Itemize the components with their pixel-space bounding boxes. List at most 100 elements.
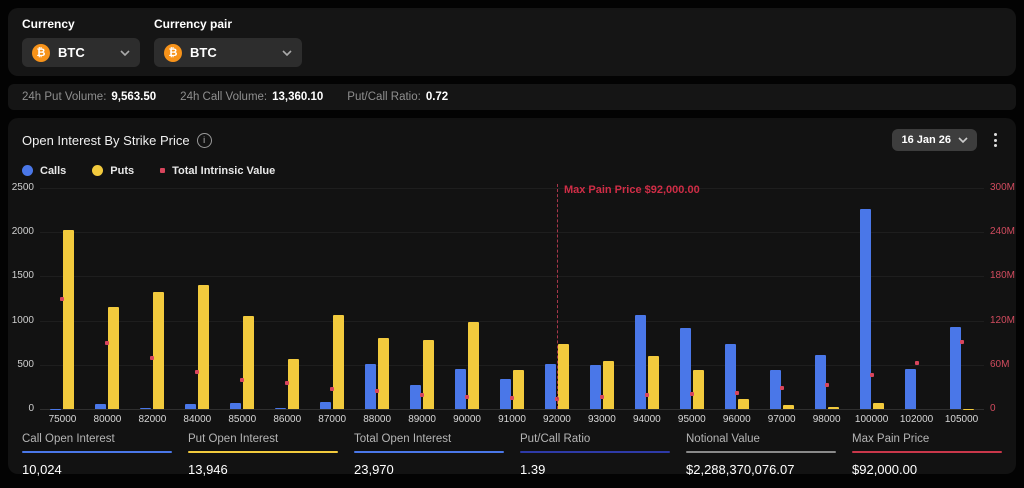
intrinsic-value-dot-90000[interactable] <box>465 395 469 399</box>
intrinsic-value-dot-89000[interactable] <box>420 393 424 397</box>
intrinsic-value-dot-87000[interactable] <box>330 387 334 391</box>
puts-bar-97000[interactable] <box>783 405 794 409</box>
footer-stat-underline <box>520 451 670 453</box>
gridline-2000 <box>40 232 984 233</box>
x-axis-label-87000: 87000 <box>307 414 357 425</box>
footer-stat-value: $92,000.00 <box>852 462 1002 477</box>
left-axis-tick-2000: 2000 <box>8 226 34 237</box>
footer-stat-label: Max Pain Price <box>852 433 1002 445</box>
intrinsic-value-dot-85000[interactable] <box>240 378 244 382</box>
puts-bar-75000[interactable] <box>63 230 74 409</box>
intrinsic-value-dot-94000[interactable] <box>645 393 649 397</box>
calls-bar-89000[interactable] <box>410 385 421 409</box>
calls-bar-97000[interactable] <box>770 370 781 409</box>
footer-stat-value: 23,970 <box>354 462 504 477</box>
calls-bar-93000[interactable] <box>590 365 601 409</box>
intrinsic-value-dot-88000[interactable] <box>375 389 379 393</box>
currency-dropdown-value: BTC <box>58 45 112 60</box>
currency-label: Currency <box>22 17 140 31</box>
summary-stats-row: Call Open Interest10,024Put Open Interes… <box>8 425 1016 477</box>
intrinsic-value-dot-86000[interactable] <box>285 381 289 385</box>
stat-item-24h-call-volume: 24h Call Volume:13,360.10 <box>180 91 323 103</box>
calls-bar-88000[interactable] <box>365 364 376 409</box>
footer-stat-put-call-ratio: Put/Call Ratio 1.39 <box>520 433 670 477</box>
stat-label: 24h Put Volume: <box>22 91 106 103</box>
left-axis-tick-1000: 1000 <box>8 315 34 326</box>
puts-bar-100000[interactable] <box>873 403 884 409</box>
x-axis-label-96000: 96000 <box>712 414 762 425</box>
calls-bar-92000[interactable] <box>545 364 556 409</box>
puts-bar-92000[interactable] <box>558 344 569 409</box>
calls-bar-80000[interactable] <box>95 404 106 409</box>
puts-bar-80000[interactable] <box>108 307 119 409</box>
calls-bar-105000[interactable] <box>950 327 961 409</box>
footer-stat-value: 13,946 <box>188 462 338 477</box>
puts-bar-94000[interactable] <box>648 356 659 409</box>
puts-bar-98000[interactable] <box>828 407 839 409</box>
stat-value: 9,563.50 <box>111 91 156 103</box>
calls-bar-82000[interactable] <box>140 408 151 409</box>
puts-bar-88000[interactable] <box>378 338 389 409</box>
kebab-menu-icon[interactable] <box>989 130 1002 150</box>
calls-bar-84000[interactable] <box>185 404 196 409</box>
puts-bar-93000[interactable] <box>603 361 614 409</box>
puts-bar-91000[interactable] <box>513 370 524 409</box>
puts-bar-89000[interactable] <box>423 340 434 409</box>
calls-bar-95000[interactable] <box>680 328 691 409</box>
calls-bar-100000[interactable] <box>860 209 871 409</box>
puts-bar-86000[interactable] <box>288 359 299 409</box>
x-axis-label-85000: 85000 <box>217 414 267 425</box>
expiry-date-value: 16 Jan 26 <box>901 134 951 146</box>
info-icon[interactable]: i <box>197 133 212 148</box>
intrinsic-value-dot-100000[interactable] <box>870 373 874 377</box>
intrinsic-value-dot-95000[interactable] <box>690 392 694 396</box>
intrinsic-value-dot-82000[interactable] <box>150 356 154 360</box>
puts-bar-85000[interactable] <box>243 316 254 409</box>
calls-bar-85000[interactable] <box>230 403 241 409</box>
intrinsic-value-dot-93000[interactable] <box>600 395 604 399</box>
calls-legend-swatch <box>22 165 33 176</box>
puts-bar-96000[interactable] <box>738 399 749 409</box>
footer-stat-label: Put/Call Ratio <box>520 433 670 445</box>
puts-bar-87000[interactable] <box>333 315 344 409</box>
footer-stat-value: 1.39 <box>520 462 670 477</box>
puts-bar-82000[interactable] <box>153 292 164 409</box>
calls-bar-102000[interactable] <box>905 369 916 409</box>
intrinsic-value-dot-96000[interactable] <box>735 391 739 395</box>
calls-bar-86000[interactable] <box>275 408 286 409</box>
legend-item-calls[interactable]: Calls <box>22 165 66 177</box>
currency-dropdown[interactable]: ₿ BTC <box>22 38 140 67</box>
calls-bar-90000[interactable] <box>455 369 466 409</box>
legend-item-puts[interactable]: Puts <box>92 165 134 177</box>
intrinsic-value-dot-80000[interactable] <box>105 341 109 345</box>
calls-bar-96000[interactable] <box>725 344 736 409</box>
intrinsic-value-dot-97000[interactable] <box>780 386 784 390</box>
expiry-date-dropdown[interactable]: 16 Jan 26 <box>892 129 977 151</box>
currency-pair-dropdown[interactable]: ₿ BTC <box>154 38 302 67</box>
calls-bar-91000[interactable] <box>500 379 511 409</box>
intrinsic-value-dot-84000[interactable] <box>195 370 199 374</box>
currency-pair-dropdown-value: BTC <box>190 45 274 60</box>
calls-bar-87000[interactable] <box>320 402 331 409</box>
footer-stat-underline <box>188 451 338 453</box>
legend-item-total-intrinsic-value[interactable]: Total Intrinsic Value <box>160 165 275 177</box>
legend-label: Puts <box>110 165 134 177</box>
x-axis-label-98000: 98000 <box>802 414 852 425</box>
x-axis-label-75000: 75000 <box>37 414 87 425</box>
puts-bar-84000[interactable] <box>198 285 209 409</box>
x-axis-label-88000: 88000 <box>352 414 402 425</box>
intrinsic-value-dot-105000[interactable] <box>960 340 964 344</box>
stat-label: Put/Call Ratio: <box>347 91 421 103</box>
puts-bar-90000[interactable] <box>468 322 479 409</box>
right-axis-tick-180m: 180M <box>990 270 1015 281</box>
intrinsic-value-dot-91000[interactable] <box>510 396 514 400</box>
intrinsic-value-dot-102000[interactable] <box>915 361 919 365</box>
puts-bar-95000[interactable] <box>693 370 704 409</box>
calls-bar-98000[interactable] <box>815 355 826 409</box>
footer-stat-underline <box>852 451 1002 453</box>
footer-stat-underline <box>354 451 504 453</box>
legend-label: Calls <box>40 165 66 177</box>
right-axis-tick-60m: 60M <box>990 359 1009 370</box>
volume-stats-bar: 24h Put Volume: 9,563.50 24h Call Volume:1… <box>8 84 1016 110</box>
intrinsic-value-dot-98000[interactable] <box>825 383 829 387</box>
